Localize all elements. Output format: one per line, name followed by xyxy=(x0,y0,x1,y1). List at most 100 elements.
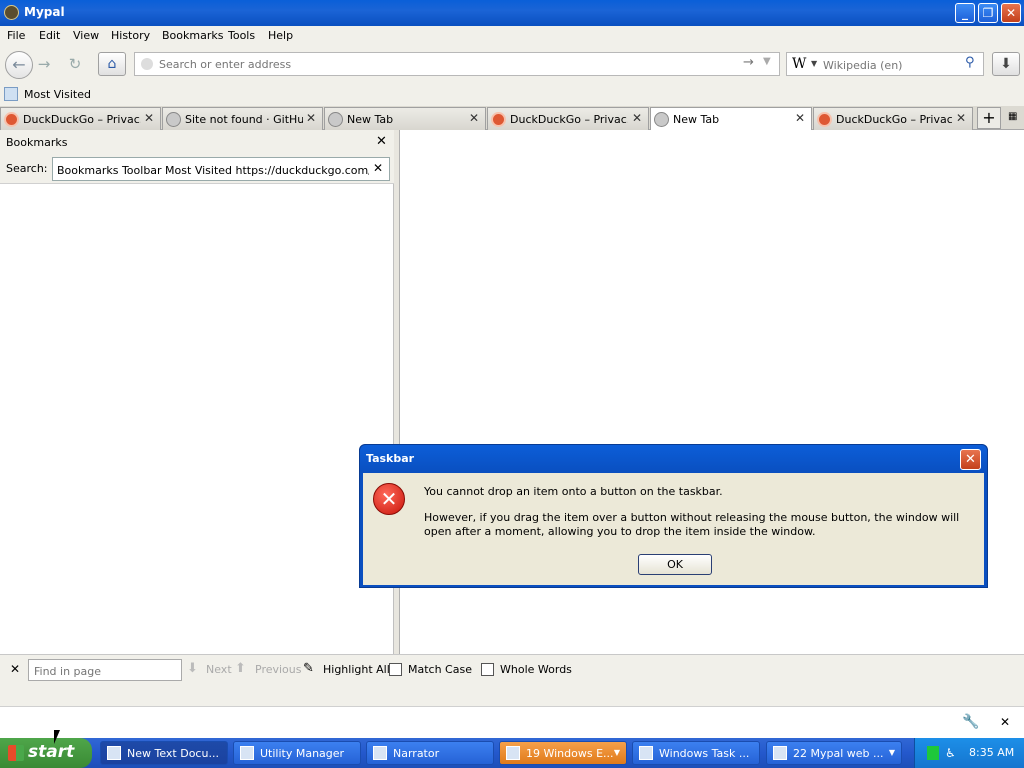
url-input[interactable] xyxy=(159,56,739,72)
highlight-all-button[interactable]: Highlight All xyxy=(323,663,390,676)
task-manager-icon xyxy=(639,746,653,760)
find-previous-arrow-icon[interactable]: ⬆ xyxy=(235,661,246,676)
url-bar[interactable]: → ▼ xyxy=(134,52,780,76)
accessibility-icon[interactable]: ♿ xyxy=(945,746,959,760)
minimize-button[interactable]: _ xyxy=(955,3,975,23)
find-bar: ✕ ⬇ Next ⬆ Previous ✎ Highlight All Matc… xyxy=(0,654,1024,684)
menu-history[interactable]: History xyxy=(111,29,150,42)
start-label: start xyxy=(28,742,75,762)
reload-button[interactable]: ↻ xyxy=(64,53,86,75)
highlight-pen-icon: ✎ xyxy=(303,661,314,676)
go-arrow-icon[interactable]: → xyxy=(743,55,754,70)
search-input[interactable] xyxy=(823,57,961,73)
tab-close-icon[interactable]: ✕ xyxy=(144,111,154,125)
sidebar-search-row: Search: ✕ xyxy=(0,154,394,184)
tab-label: DuckDuckGo – Privac... xyxy=(23,113,141,126)
taskbar-item-label: Windows Task ... xyxy=(659,747,750,760)
tab-close-icon[interactable]: ✕ xyxy=(956,111,966,125)
tab-site-not-found[interactable]: Site not found · GitHub ... ✕ xyxy=(162,107,323,130)
forward-button[interactable]: → xyxy=(33,53,55,75)
menu-view[interactable]: View xyxy=(73,29,99,42)
find-previous-button[interactable]: Previous xyxy=(255,663,302,676)
tab-close-icon[interactable]: ✕ xyxy=(306,111,316,125)
tab-close-icon[interactable]: ✕ xyxy=(469,111,479,125)
most-visited-icon xyxy=(4,87,18,101)
search-engine-dropdown-icon[interactable]: ▼ xyxy=(811,59,817,68)
tab-duckduckgo-2[interactable]: DuckDuckGo – Privac... ✕ xyxy=(487,107,649,130)
match-case-label[interactable]: Match Case xyxy=(408,663,472,676)
clock[interactable]: 8:35 AM xyxy=(969,746,1014,759)
status-area xyxy=(0,684,1024,706)
utility-manager-icon xyxy=(240,746,254,760)
menu-tools[interactable]: Tools xyxy=(228,29,255,42)
menu-bookmarks[interactable]: Bookmarks xyxy=(162,29,223,42)
addonbar-close-icon[interactable]: ✕ xyxy=(1000,715,1010,729)
menu-help[interactable]: Help xyxy=(268,29,293,42)
menu-file[interactable]: File xyxy=(7,29,25,42)
start-button[interactable]: start xyxy=(0,738,92,768)
dialog-body: ✕ You cannot drop an item onto a button … xyxy=(363,473,984,585)
tray-status-icon[interactable] xyxy=(927,746,939,760)
tab-label: New Tab xyxy=(347,113,394,126)
menu-bar: File Edit View History Bookmarks Tools H… xyxy=(0,26,1024,46)
dialog-titlebar: Taskbar ✕ xyxy=(360,445,987,473)
tab-groups-icon[interactable]: ▦ xyxy=(1008,112,1018,122)
downloads-button[interactable]: ⬇ xyxy=(992,52,1020,76)
sidebar-close-icon[interactable]: ✕ xyxy=(376,134,387,149)
windows-flag-icon xyxy=(8,745,24,761)
folder-icon xyxy=(506,746,520,760)
search-bar[interactable]: W ▼ ⚲ xyxy=(786,52,984,76)
find-next-button[interactable]: Next xyxy=(206,663,232,676)
group-dropdown-icon: ▼ xyxy=(613,748,620,757)
dialog-message: You cannot drop an item onto a button on… xyxy=(424,485,723,498)
close-window-button[interactable]: ✕ xyxy=(1001,3,1021,23)
taskbar-item-utility-manager[interactable]: Utility Manager xyxy=(233,741,361,765)
system-tray: ♿ 8:35 AM xyxy=(914,738,1024,768)
tab-label: Site not found · GitHub ... xyxy=(185,113,303,126)
findbar-close-icon[interactable]: ✕ xyxy=(10,662,20,676)
ok-button[interactable]: OK xyxy=(638,554,712,575)
taskbar-item-mypal-group[interactable]: 22 Mypal web ... ▼ xyxy=(766,741,902,765)
sidebar-header: Bookmarks ✕ xyxy=(0,130,394,154)
tab-duckduckgo-3[interactable]: DuckDuckGo – Privac... ✕ xyxy=(813,107,973,130)
sidebar-search-input[interactable] xyxy=(57,162,369,178)
find-next-arrow-icon[interactable]: ⬇ xyxy=(187,661,198,676)
globe-icon xyxy=(166,112,181,127)
match-case-checkbox[interactable] xyxy=(389,663,402,676)
whole-words-checkbox[interactable] xyxy=(481,663,494,676)
taskbar-item-windows-task-manager[interactable]: Windows Task ... xyxy=(632,741,760,765)
url-dropdown-icon[interactable]: ▼ xyxy=(763,56,771,67)
group-dropdown-icon: ▼ xyxy=(888,748,895,757)
taskbar-item-new-text-document[interactable]: New Text Docu... xyxy=(100,741,228,765)
duckduckgo-icon xyxy=(4,112,19,127)
error-icon: ✕ xyxy=(373,483,405,515)
taskbar-item-label: Narrator xyxy=(393,747,440,760)
tab-close-icon[interactable]: ✕ xyxy=(795,111,805,125)
find-box[interactable] xyxy=(28,659,182,681)
clear-search-icon[interactable]: ✕ xyxy=(373,161,383,175)
menu-edit[interactable]: Edit xyxy=(39,29,60,42)
home-button[interactable]: ⌂ xyxy=(98,52,126,76)
notepad-icon xyxy=(107,746,121,760)
taskbar-item-label: 19 Windows E... xyxy=(526,747,614,760)
sidebar-search-box[interactable]: ✕ xyxy=(52,157,390,181)
taskbar-item-label: Utility Manager xyxy=(260,747,345,760)
most-visited-folder[interactable]: Most Visited xyxy=(24,88,91,101)
wrench-icon[interactable]: 🔧 xyxy=(962,714,979,730)
taskbar-item-narrator[interactable]: Narrator xyxy=(366,741,494,765)
duckduckgo-icon xyxy=(491,112,506,127)
tab-close-icon[interactable]: ✕ xyxy=(632,111,642,125)
tab-new-tab-active[interactable]: New Tab ✕ xyxy=(650,107,812,131)
window-titlebar: Mypal _ ❐ ✕ xyxy=(0,0,1024,26)
wikipedia-logo-icon[interactable]: W xyxy=(792,56,806,72)
tab-duckduckgo-1[interactable]: DuckDuckGo – Privac... ✕ xyxy=(0,107,161,130)
tab-new-tab-1[interactable]: New Tab ✕ xyxy=(324,107,486,130)
search-icon[interactable]: ⚲ xyxy=(965,55,975,70)
find-input[interactable] xyxy=(34,663,174,679)
new-tab-button[interactable]: + xyxy=(977,107,1001,129)
dialog-close-button[interactable]: ✕ xyxy=(960,449,981,470)
back-button[interactable]: ← xyxy=(5,51,33,79)
taskbar-item-windows-explorer-group[interactable]: 19 Windows E... ▼ xyxy=(499,741,627,765)
whole-words-label[interactable]: Whole Words xyxy=(500,663,572,676)
restore-button[interactable]: ❐ xyxy=(978,3,998,23)
